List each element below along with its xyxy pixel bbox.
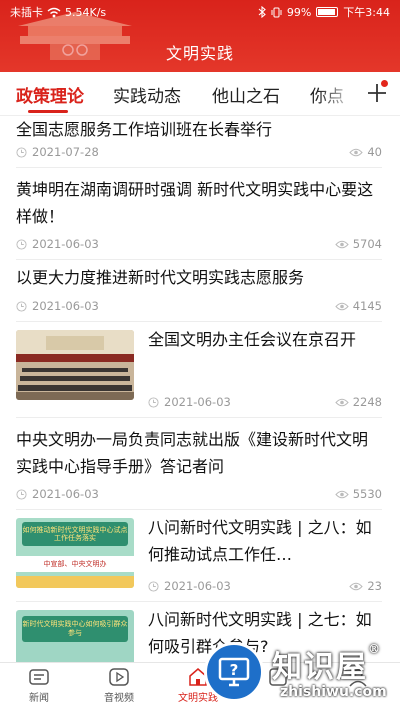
status-bar: 未插卡 5.54K/s 99% 下午3:44: [0, 0, 400, 24]
poster-subcaption: 中宣部、中央文明办: [16, 556, 134, 572]
clock-icon: [16, 300, 27, 312]
wifi-icon: [47, 7, 61, 17]
clock-icon: [16, 146, 27, 158]
article-date: 2021-06-03: [32, 487, 99, 501]
battery-icon: [316, 7, 339, 17]
new-indicator-dot: [381, 80, 388, 87]
article-title: 八问新时代文明实践 | 之八：如何推动试点工作任…: [148, 518, 372, 564]
watermark-url: zhishiwu.com: [280, 684, 387, 700]
nav-video-label: 音视频: [104, 693, 134, 704]
article-meta: 2021-06-03 5530: [16, 485, 382, 503]
nav-news-label: 新闻: [29, 693, 49, 704]
video-icon: [109, 668, 129, 686]
category-tabs: 政策理论 实践动态 他山之石 你点: [0, 72, 400, 116]
article-list: 全国志愿服务工作培训班在长春举行 2021-07-28 40 黄坤明在湖南调研时…: [0, 116, 400, 662]
article-meta: 2021-06-03 23: [148, 577, 382, 595]
article-meta: 2021-06-03 2248: [148, 393, 382, 411]
article-views: 40: [367, 145, 382, 159]
article-title: 全国志愿服务工作培训班在长春举行: [16, 120, 273, 139]
page-title: 文明实践: [165, 44, 234, 63]
tab-practice-news[interactable]: 实践动态: [113, 82, 181, 107]
clock-icon: [16, 238, 27, 250]
article-item[interactable]: 全国志愿服务工作培训班在长春举行 2021-07-28 40: [16, 116, 382, 168]
eye-icon: [335, 302, 349, 310]
article-meta: 2021-06-03 4145: [16, 297, 382, 315]
clock-icon: [16, 488, 27, 500]
eye-icon: [349, 148, 364, 156]
article-views: 23: [367, 579, 382, 593]
article-views: 2248: [352, 395, 382, 409]
eye-icon: [335, 240, 349, 248]
tab-fade: [318, 72, 358, 115]
clock-icon: [148, 396, 159, 408]
watermark: ? 知识屋® zhishiwu.com: [200, 640, 400, 711]
nav-news[interactable]: 新闻: [4, 667, 74, 704]
article-item[interactable]: 以更大力度推进新时代文明实践志愿服务 2021-06-03 4145: [16, 260, 382, 322]
article-item[interactable]: 中央文明办一局负责同志就出版《建设新时代文明实践中心指导手册》答记者问 2021…: [16, 418, 382, 510]
vibrate-icon: [271, 7, 282, 17]
article-views: 5530: [352, 487, 382, 501]
poster-caption: 如何推动新时代文明实践中心试点工作任务落实: [22, 522, 128, 546]
article-item[interactable]: 黄坤明在湖南调研时强调 新时代文明实践中心要这样做！ 2021-06-03 57…: [16, 168, 382, 260]
article-date: 2021-06-03: [164, 395, 231, 409]
carrier-text: 未插卡: [10, 6, 43, 19]
clock-icon: [148, 580, 159, 592]
article-title: 中央文明办一局负责同志就出版《建设新时代文明实践中心指导手册》答记者问: [16, 430, 369, 476]
article-title: 全国文明办主任会议在京召开: [148, 330, 357, 349]
article-date: 2021-06-03: [32, 299, 99, 313]
app-header: 未插卡 5.54K/s 99% 下午3:44 文明实践: [0, 0, 400, 72]
nav-video[interactable]: 音视频: [84, 667, 154, 704]
watermark-text: 知识屋®: [272, 642, 382, 685]
article-date: 2021-06-03: [164, 579, 231, 593]
poster-thumbnail: 如何推动新时代文明实践中心试点工作任务落实 中宣部、中央文明办: [16, 518, 134, 588]
bluetooth-icon: [258, 6, 266, 18]
article-meta: 2021-07-28 40: [16, 143, 382, 161]
active-tab-indicator: [28, 110, 68, 113]
help-monitor-icon: ?: [218, 657, 250, 687]
article-title: 以更大力度推进新时代文明实践志愿服务: [16, 268, 305, 287]
article-date: 2021-07-28: [32, 145, 99, 159]
article-item[interactable]: 如何推动新时代文明实践中心试点工作任务落实 中宣部、中央文明办 八问新时代文明实…: [16, 510, 382, 602]
watermark-logo: ?: [204, 642, 264, 702]
tab-policy-theory[interactable]: 政策理论: [16, 82, 84, 107]
article-title: 黄坤明在湖南调研时强调 新时代文明实践中心要这样做！: [16, 180, 374, 226]
article-views: 4145: [352, 299, 382, 313]
clock: 下午3:44: [343, 6, 390, 19]
eye-icon: [335, 398, 349, 406]
svg-text:?: ?: [230, 661, 239, 679]
article-date: 2021-06-03: [32, 237, 99, 251]
tab-other-mountains[interactable]: 他山之石: [212, 82, 280, 107]
article-item[interactable]: 全国文明办主任会议在京召开 2021-06-03 2248: [16, 322, 382, 418]
article-meta: 2021-06-03 5704: [16, 235, 382, 253]
eye-icon: [349, 582, 364, 590]
poster-band: [16, 576, 134, 588]
meeting-photo-thumbnail: [16, 330, 134, 400]
article-views: 5704: [352, 237, 382, 251]
news-icon: [29, 669, 49, 685]
eye-icon: [335, 490, 349, 498]
network-speed: 5.54K/s: [65, 5, 107, 19]
poster-caption: 新时代文明实践中心如何吸引群众参与: [22, 616, 128, 642]
poster-thumbnail: 新时代文明实践中心如何吸引群众参与: [16, 610, 134, 662]
battery-percent: 99%: [286, 5, 312, 19]
